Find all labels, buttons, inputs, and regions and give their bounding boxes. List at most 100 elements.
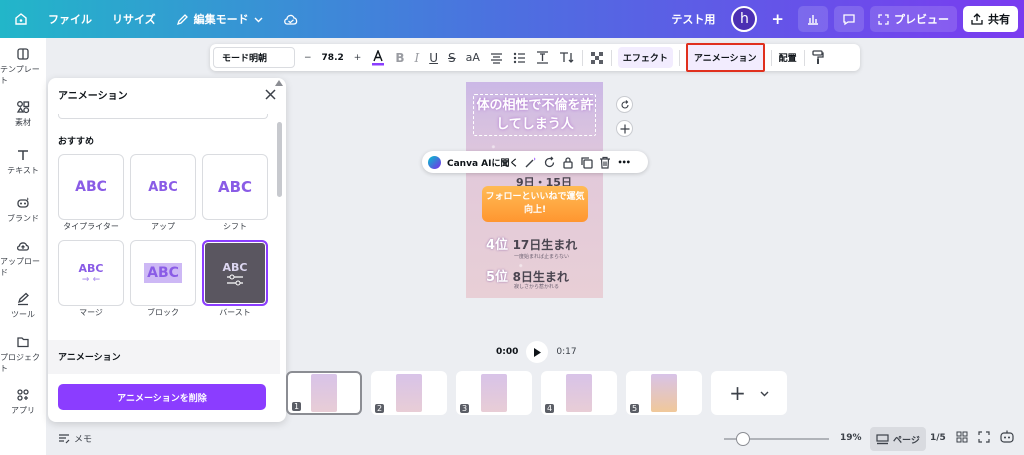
lock-icon[interactable] [562, 156, 574, 169]
animation-card-selected[interactable]: ABC [202, 240, 268, 306]
animation-option-up[interactable]: ABC アップ [130, 154, 196, 236]
list-button[interactable] [508, 44, 531, 71]
font-selector[interactable]: モード明朝 [213, 47, 295, 68]
refresh-icon[interactable] [543, 156, 556, 169]
avatar[interactable]: h [731, 6, 758, 32]
notes-button[interactable]: メモ [58, 432, 92, 445]
toolbar-separator [803, 49, 805, 66]
play-button[interactable] [526, 341, 549, 363]
left-sidebar: テンプレート 素材 テキスト ブランド アップロード ツール プロジェクト アプ… [0, 38, 46, 455]
duplicate-icon[interactable] [580, 156, 594, 169]
delete-animation-button[interactable]: アニメーションを削除 [58, 384, 266, 410]
resize-menu[interactable]: リサイズ [102, 11, 166, 27]
canvas-orange-banner[interactable]: フォローといいねで運気向上! [482, 186, 588, 222]
context-menu-bar: Canva AIに聞く ••• [422, 151, 648, 173]
help-assistant-icon[interactable] [1000, 430, 1014, 444]
animation-card[interactable]: ABC [58, 154, 124, 220]
design-canvas[interactable]: 体の相性で不倫を許してしまう人 9日・15日 フォローといいねで運気向上! 4位… [466, 82, 603, 298]
transparency-button[interactable] [585, 44, 609, 71]
pages-view-button[interactable]: ページ [870, 427, 926, 451]
text-color-button[interactable] [366, 44, 390, 71]
selection-box[interactable] [473, 94, 596, 136]
font-size-decrease[interactable]: − [299, 44, 317, 71]
share-button[interactable]: 共有 [963, 6, 1018, 32]
share-label: 共有 [988, 13, 1010, 26]
cloud-save-button[interactable] [273, 13, 309, 26]
spacing-button[interactable] [531, 44, 554, 71]
sidebar-item-apps[interactable]: アプリ [0, 378, 46, 426]
sidebar-item-draw[interactable]: ツール [0, 282, 46, 330]
page-thumbnail-3[interactable]: 3 [456, 371, 532, 415]
align-button[interactable] [485, 44, 508, 71]
grid-view-icon[interactable] [956, 431, 968, 443]
scroll-up-arrow-icon[interactable] [275, 80, 283, 86]
font-size-increase[interactable]: + [349, 44, 367, 71]
underline-button[interactable]: U [424, 44, 443, 71]
zoom-slider-handle[interactable] [736, 432, 750, 446]
magic-wand-icon[interactable] [524, 156, 537, 169]
bullet-list-icon [513, 52, 525, 63]
position-button[interactable]: 配置 [774, 44, 802, 71]
fullscreen-icon[interactable] [978, 431, 990, 443]
effect-button[interactable]: エフェクト [617, 47, 673, 68]
panel-scrollbar[interactable] [277, 122, 282, 197]
copy-style-button[interactable] [807, 44, 829, 71]
sidebar-item-upload[interactable]: アップロード [0, 234, 46, 282]
chevron-down-icon[interactable] [760, 389, 769, 398]
bold-button[interactable]: B [390, 44, 409, 71]
animation-option-typewriter[interactable]: ABC タイプライター [58, 154, 124, 236]
trash-icon[interactable] [599, 156, 611, 169]
comment-button[interactable] [834, 6, 864, 32]
thumbnail-preview [566, 374, 592, 412]
animation-card[interactable]: ABC → ← [58, 240, 124, 306]
animation-option-burst[interactable]: ABC バースト [202, 240, 268, 322]
sidebar-item-label: テキスト [7, 166, 39, 175]
animation-section-heading: アニメーション [58, 353, 121, 363]
sidebar-item-text[interactable]: テキスト [0, 138, 46, 186]
brand-icon [17, 197, 29, 208]
resize-menu-label: リサイズ [112, 13, 156, 26]
animation-option-merge[interactable]: ABC → ← マージ [58, 240, 124, 322]
animation-option-shift[interactable]: ABC シフト [202, 154, 268, 236]
animation-card[interactable]: ABC [202, 154, 268, 220]
sidebar-item-elements[interactable]: 素材 [0, 90, 46, 138]
page-thumbnail-5[interactable]: 5 [626, 371, 702, 415]
font-size-input[interactable]: 78.2 [317, 44, 349, 71]
preview-button[interactable]: プレビュー [870, 6, 957, 32]
ask-canva-ai-button[interactable]: Canva AIに聞く [447, 156, 518, 169]
close-icon[interactable] [265, 88, 276, 100]
page-number: 2 [375, 404, 385, 413]
card-label: バースト [219, 308, 251, 317]
strikethrough-button[interactable]: S [443, 44, 461, 71]
animation-button[interactable]: アニメーション [685, 43, 765, 72]
move-button[interactable] [616, 120, 633, 137]
page-thumbnail-4[interactable]: 4 [541, 371, 617, 415]
edit-mode-menu[interactable]: 編集モード [166, 11, 273, 27]
page-thumbnail-1[interactable]: 1 [286, 371, 362, 415]
more-options-button[interactable]: ••• [617, 158, 630, 167]
letter-case-button[interactable]: aA [461, 44, 485, 71]
sidebar-item-label: ブランド [7, 214, 39, 223]
animation-card[interactable]: ABC [130, 154, 196, 220]
canvas-rank-4[interactable]: 4位 17日生まれ [486, 234, 577, 253]
invite-button[interactable]: + [763, 6, 792, 32]
animation-card[interactable]: ABC [130, 240, 196, 306]
play-icon [534, 347, 542, 357]
page-thumbnail-2[interactable]: 2 [371, 371, 447, 415]
zoom-level[interactable]: 19% [840, 433, 862, 443]
vertical-text-button[interactable] [554, 44, 580, 71]
italic-button[interactable]: I [409, 44, 424, 71]
sidebar-item-projects[interactable]: プロジェクト [0, 330, 46, 378]
apps-icon [17, 389, 29, 401]
sidebar-item-brand[interactable]: ブランド [0, 186, 46, 234]
toolbar-separator [678, 49, 680, 66]
paint-roller-icon [811, 50, 824, 64]
total-time: 0:17 [556, 347, 577, 357]
home-button[interactable] [0, 12, 38, 26]
animation-option-block[interactable]: ABC ブロック [130, 240, 196, 322]
add-page-button[interactable]: + [711, 371, 787, 415]
file-menu[interactable]: ファイル [38, 11, 102, 27]
insights-button[interactable] [798, 6, 828, 32]
sidebar-item-template[interactable]: テンプレート [0, 42, 46, 90]
rotate-button[interactable] [616, 96, 633, 113]
